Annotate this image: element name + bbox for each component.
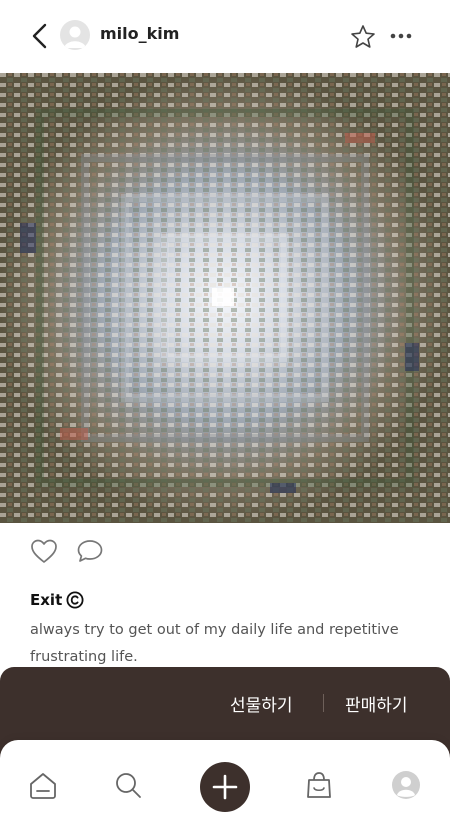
- add-button[interactable]: [200, 762, 250, 812]
- shopping-bag-icon[interactable]: [304, 770, 334, 800]
- username[interactable]: milo_kim: [100, 24, 179, 43]
- star-icon[interactable]: [350, 24, 376, 50]
- post-title: Exit: [30, 591, 63, 609]
- heart-icon[interactable]: [30, 538, 58, 564]
- chevron-left-icon[interactable]: [28, 22, 52, 50]
- bottom-tab-bar: [0, 740, 450, 834]
- artwork-image[interactable]: [0, 73, 450, 523]
- gift-button[interactable]: 선물하기: [230, 691, 293, 716]
- home-icon[interactable]: [28, 770, 58, 800]
- post-actions: [30, 538, 104, 566]
- plus-icon: [212, 774, 238, 800]
- more-dots-icon[interactable]: [389, 28, 413, 44]
- profile-icon[interactable]: [391, 770, 421, 800]
- user-avatar-icon: [64, 26, 86, 48]
- top-bar: milo_kim: [0, 0, 450, 72]
- post-description: always try to get out of my daily life a…: [30, 622, 399, 665]
- search-icon[interactable]: [113, 770, 143, 800]
- copyright-icon: [66, 591, 84, 609]
- sell-button[interactable]: 판매하기: [345, 691, 408, 716]
- artwork-graphic: [0, 73, 450, 523]
- avatar[interactable]: [60, 20, 90, 50]
- post-title-row: Exit: [30, 591, 84, 609]
- comment-icon[interactable]: [76, 538, 104, 564]
- sheet-divider: [323, 694, 324, 712]
